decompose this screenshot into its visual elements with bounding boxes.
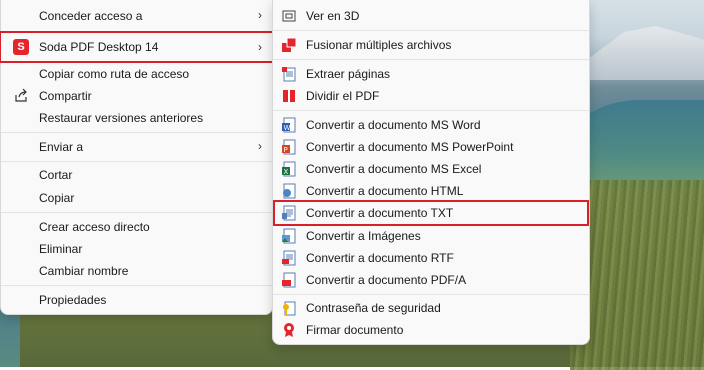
menu-item-label: Cortar — [39, 168, 73, 182]
submenu-item-ver-3d[interactable]: Ver en 3D — [277, 5, 585, 27]
chevron-right-icon: › — [258, 139, 262, 153]
menu-item-label: Restaurar versiones anteriores — [39, 111, 204, 125]
menu-item-label: Soda PDF Desktop 14 — [39, 40, 159, 54]
menu-separator — [1, 132, 272, 133]
submenu-item-extraer-paginas[interactable]: Extraer páginas — [277, 63, 585, 85]
menu-item-copiar-ruta[interactable]: Copiar como ruta de acceso — [5, 63, 268, 85]
svg-text:X: X — [284, 168, 289, 176]
submenu-item-label: Convertir a documento HTML — [306, 184, 464, 198]
submenu-item-label: Dividir el PDF — [306, 89, 380, 103]
menu-item-label: Conceder acceso a — [39, 9, 143, 23]
menu-item-label: Crear acceso directo — [39, 220, 150, 234]
txt-document-icon — [281, 205, 297, 221]
wallpaper-grass — [570, 180, 704, 370]
menu-separator — [1, 212, 272, 213]
menu-item-label: Eliminar — [39, 242, 83, 256]
submenu-item-label: Fusionar múltiples archivos — [306, 38, 452, 52]
submenu-item-label: Extraer páginas — [306, 67, 391, 81]
powerpoint-document-icon: P — [281, 139, 297, 155]
chevron-right-icon: › — [258, 40, 262, 54]
submenu-item-convertir-powerpoint[interactable]: P Convertir a documento MS PowerPoint — [277, 136, 585, 158]
soda-pdf-submenu: Ver en 3D Fusionar múltiples archivos Ex… — [272, 0, 590, 345]
menu-item-cambiar-nombre[interactable]: Cambiar nombre — [5, 260, 268, 282]
menu-separator — [1, 285, 272, 286]
menu-item-label: Copiar — [39, 191, 75, 205]
submenu-item-convertir-imagenes[interactable]: Convertir a Imágenes — [277, 225, 585, 247]
menu-item-eliminar[interactable]: Eliminar — [5, 238, 268, 260]
submenu-item-label: Ver en 3D — [306, 9, 360, 23]
split-pdf-icon — [281, 88, 297, 104]
submenu-item-firmar[interactable]: Firmar documento — [277, 319, 585, 341]
word-document-icon: W — [281, 117, 297, 133]
cube-3d-icon — [281, 8, 297, 24]
svg-text:W: W — [284, 124, 291, 132]
signature-badge-icon — [281, 322, 297, 338]
submenu-item-fusionar[interactable]: Fusionar múltiples archivos — [277, 34, 585, 56]
submenu-item-convertir-pdfa[interactable]: Convertir a documento PDF/A — [277, 269, 585, 291]
submenu-item-convertir-excel[interactable]: X Convertir a documento MS Excel — [277, 158, 585, 180]
soda-pdf-icon: S — [13, 39, 29, 55]
chevron-right-icon: › — [258, 8, 262, 22]
menu-item-label: Compartir — [39, 89, 92, 103]
submenu-item-label: Convertir a documento TXT — [306, 206, 454, 220]
submenu-item-dividir[interactable]: Dividir el PDF — [277, 85, 585, 107]
html-document-icon — [281, 183, 297, 199]
menu-item-label: Enviar a — [39, 140, 84, 154]
lock-key-icon — [281, 300, 297, 316]
menu-item-restaurar-versiones[interactable]: Restaurar versiones anteriores — [5, 107, 268, 129]
submenu-item-label: Contraseña de seguridad — [306, 301, 441, 315]
menu-item-enviar-a[interactable]: Enviar a › — [5, 136, 268, 158]
menu-item-label: Cambiar nombre — [39, 264, 129, 278]
merge-files-icon — [281, 37, 297, 53]
submenu-item-contrasena[interactable]: Contraseña de seguridad — [277, 297, 585, 319]
menu-separator — [273, 110, 589, 111]
submenu-item-label: Convertir a documento RTF — [306, 251, 454, 265]
menu-item-label: Propiedades — [39, 293, 107, 307]
submenu-item-label: Convertir a documento MS PowerPoint — [306, 140, 514, 154]
menu-item-soda-pdf[interactable]: S Soda PDF Desktop 14 › — [0, 31, 274, 63]
submenu-item-convertir-rtf[interactable]: Convertir a documento RTF — [277, 247, 585, 269]
menu-item-copiar[interactable]: Copiar — [5, 187, 268, 209]
share-icon — [13, 88, 29, 104]
menu-separator — [273, 30, 589, 31]
submenu-item-convertir-html[interactable]: Convertir a documento HTML — [277, 180, 585, 202]
menu-separator — [273, 59, 589, 60]
menu-item-label: Copiar como ruta de acceso — [39, 67, 190, 81]
context-menu: Conceder acceso a › S Soda PDF Desktop 1… — [0, 0, 274, 315]
rtf-document-icon — [281, 250, 297, 266]
submenu-item-label: Convertir a documento MS Word — [306, 118, 481, 132]
pdfa-document-icon — [281, 272, 297, 288]
menu-separator — [1, 161, 272, 162]
extract-pages-icon — [281, 66, 297, 82]
submenu-item-label: Convertir a documento PDF/A — [306, 273, 467, 287]
submenu-item-label: Convertir a Imágenes — [306, 229, 421, 243]
submenu-item-convertir-txt[interactable]: Convertir a documento TXT — [273, 200, 589, 226]
image-document-icon — [281, 228, 297, 244]
wallpaper-lake — [570, 100, 704, 190]
menu-item-crear-acceso-directo[interactable]: Crear acceso directo — [5, 216, 268, 238]
svg-text:P: P — [284, 146, 288, 154]
menu-item-compartir[interactable]: Compartir — [5, 85, 268, 107]
submenu-item-label: Convertir a documento MS Excel — [306, 162, 482, 176]
submenu-item-convertir-word[interactable]: W Convertir a documento MS Word — [277, 114, 585, 136]
menu-item-propiedades[interactable]: Propiedades — [5, 289, 268, 311]
menu-item-conceder-acceso[interactable]: Conceder acceso a › — [5, 5, 268, 27]
excel-document-icon: X — [281, 161, 297, 177]
menu-item-cortar[interactable]: Cortar — [5, 164, 268, 186]
menu-separator — [273, 294, 589, 295]
submenu-item-label: Firmar documento — [306, 323, 404, 337]
